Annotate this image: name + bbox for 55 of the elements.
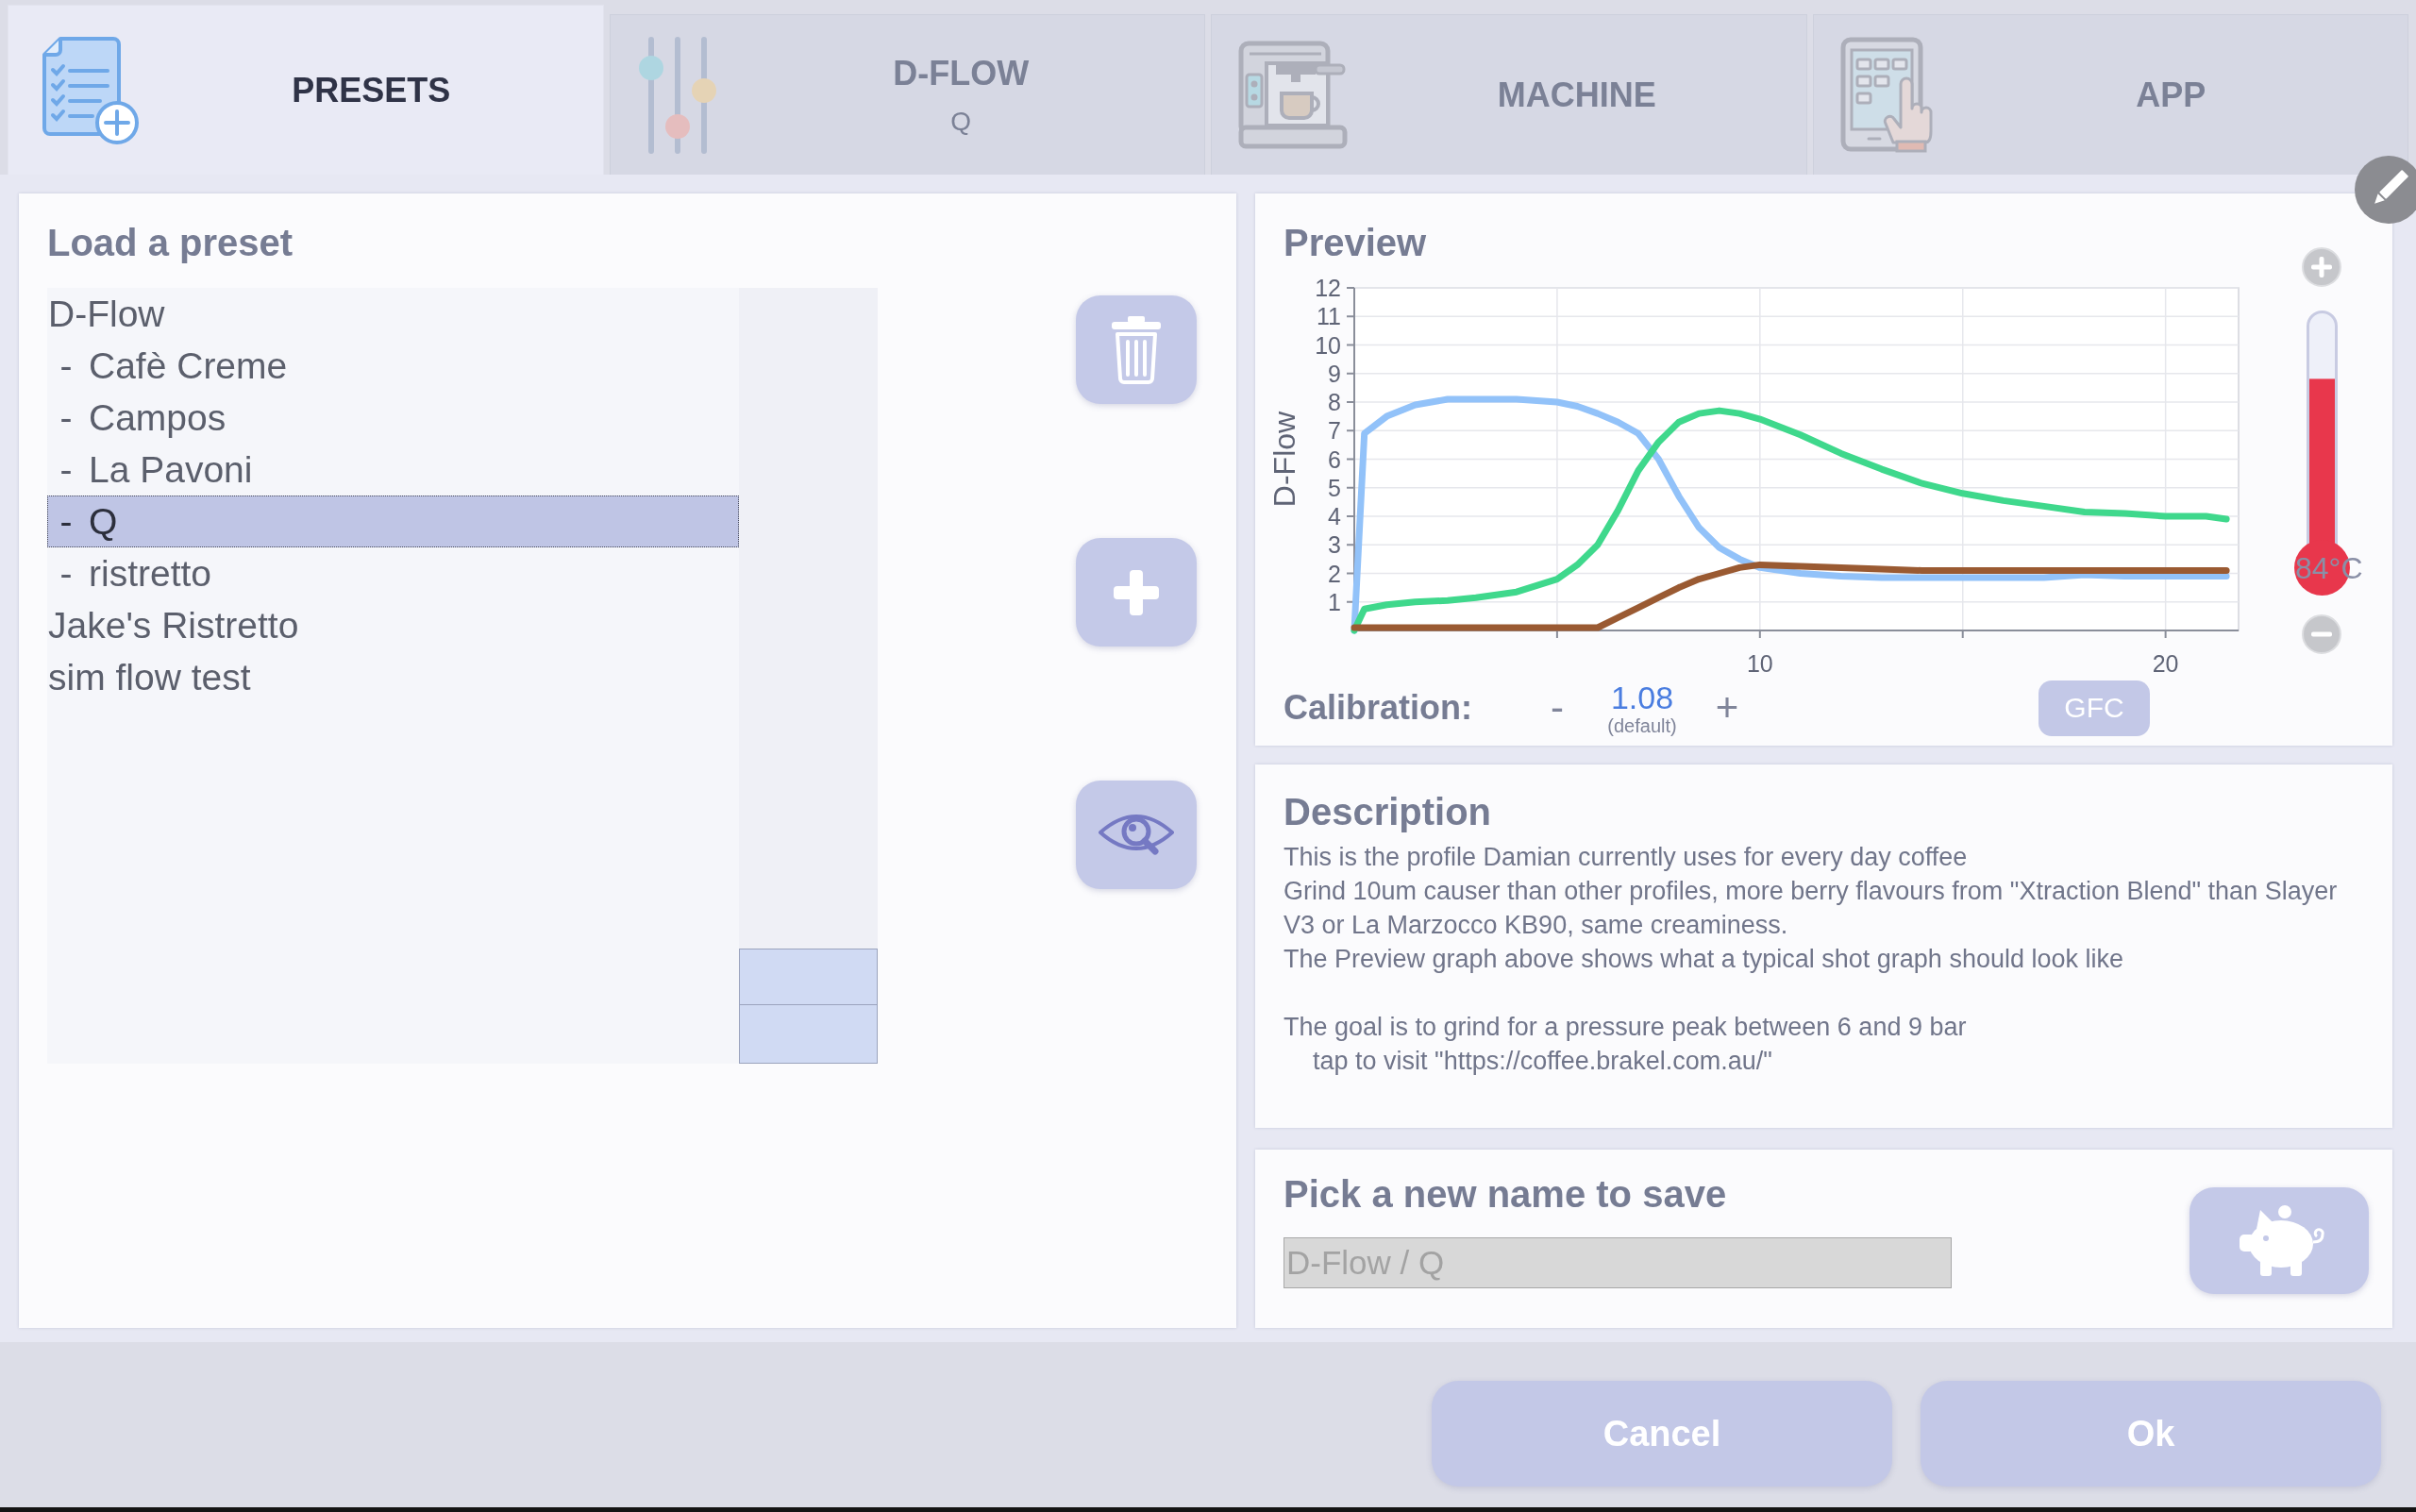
calibration-note: (default) [1607, 715, 1677, 736]
plus-icon [1112, 567, 1161, 617]
preset-item[interactable]: sim flow test [47, 651, 739, 703]
pencil-icon[interactable] [2354, 155, 2416, 225]
scrollbar-track[interactable] [739, 288, 878, 1064]
y-tick-label: 4 [1328, 503, 1341, 529]
preset-item[interactable]: Jake's Ristretto [47, 599, 739, 651]
trash-icon [1110, 315, 1163, 384]
checklist-document-icon [42, 35, 140, 145]
decrement-button[interactable]: - [1538, 687, 1576, 729]
panel-title: Description [1284, 791, 1492, 832]
y-tick-label: 1 [1328, 588, 1341, 615]
sliders-icon [636, 35, 718, 155]
eye-magnifier-icon [1097, 813, 1176, 857]
preset-item[interactable]: - Q [47, 496, 739, 547]
preset-item[interactable]: - Campos [47, 392, 739, 444]
y-tick-label: 6 [1328, 445, 1341, 473]
panel-title: Pick a new name to save [1284, 1173, 1727, 1215]
description-text: The goal is to grind for a pressure peak between 6 and 9 bar [1284, 1012, 1968, 1043]
y-tick-label: 8 [1328, 389, 1341, 415]
preset-item[interactable]: - ristretto [47, 547, 739, 599]
x-tick-label: 20 [2152, 650, 2179, 675]
tablet-hand-icon [1839, 36, 1935, 154]
scrollbar-thumb[interactable] [739, 949, 878, 1064]
espresso-machine-icon [1238, 40, 1348, 150]
description-link[interactable]: tap to visit "https://coffee.brakel.com.au/" [1284, 1044, 1772, 1078]
tab[interactable]: D-FLOW Q [609, 14, 1205, 175]
y-tick-label: 2 [1328, 560, 1341, 587]
y-tick-label: 5 [1328, 474, 1341, 501]
tab[interactable]: MACHINE [1211, 14, 1807, 175]
y-tick-label: 7 [1328, 417, 1341, 445]
y-axis-label: D-Flow [1269, 411, 1301, 508]
add-button[interactable] [1076, 538, 1197, 647]
panel-title: Load a preset [47, 222, 294, 263]
increment-button[interactable]: + [1708, 687, 1746, 729]
tab[interactable]: APP [1812, 14, 2408, 175]
preset-item[interactable]: - La Pavoni [47, 444, 739, 496]
y-tick-label: 3 [1328, 531, 1341, 559]
description-text: This is the profile Damian currently uses for every day coffee Grind 10um causer than other profiles, more berry flavours from "Xtraction Blend" than Slayer V3 or La Marzocco KB90, same creaminess. The Preview graph above shows what a typical shot graph should look like [1284, 842, 2339, 975]
preset-item[interactable]: - Cafè Creme [47, 340, 739, 392]
tab[interactable]: PRESETS [8, 5, 604, 175]
save-button[interactable] [2190, 1187, 2369, 1294]
preset-item[interactable]: D-Flow [47, 288, 739, 340]
preview-button[interactable] [1076, 781, 1197, 889]
minus-circle-icon[interactable] [2302, 614, 2341, 654]
x-tick-label: 10 [1746, 650, 1773, 675]
calibration-label: Calibration: [1284, 688, 1473, 728]
calibration-value: 1.08 [1610, 680, 1674, 715]
y-tick-label: 12 [1315, 275, 1341, 301]
y-tick-label: 11 [1317, 303, 1341, 330]
y-tick-label: 10 [1315, 331, 1341, 359]
plus-circle-icon[interactable] [2302, 247, 2341, 287]
panel-title: Preview [1284, 222, 1427, 263]
delete-button[interactable] [1076, 295, 1197, 404]
y-tick-label: 9 [1328, 360, 1341, 387]
